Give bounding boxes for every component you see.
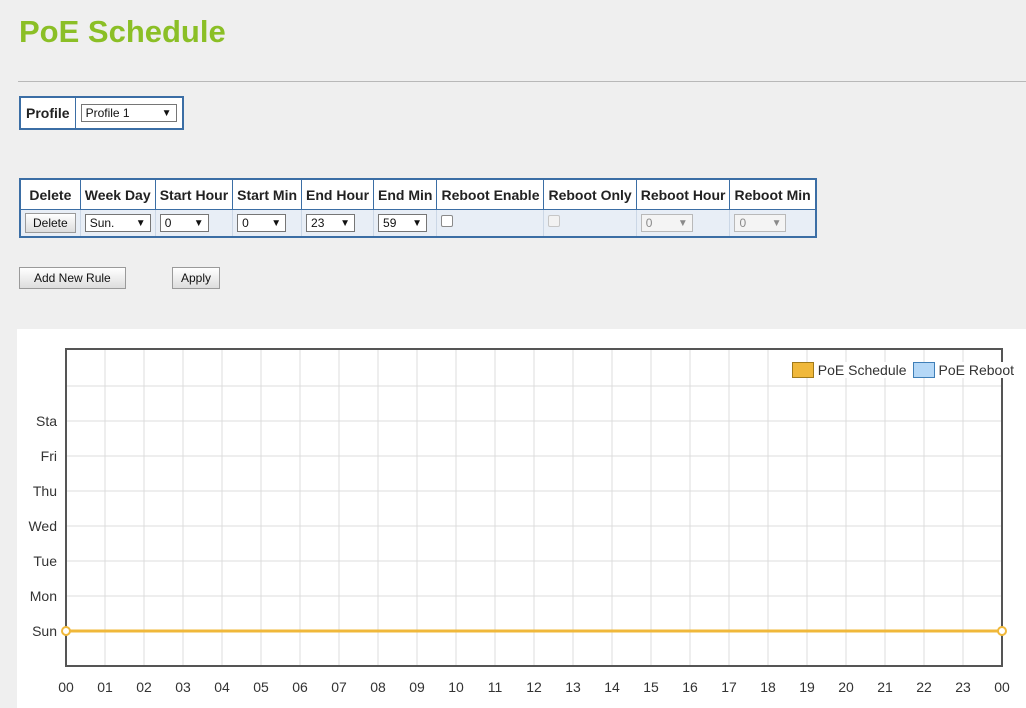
header-reboot-only: Reboot Only — [543, 178, 637, 210]
table-header-row: Delete Week Day Start Hour Start Min End… — [19, 178, 817, 210]
cell-delete: Delete — [19, 209, 81, 238]
title-divider — [18, 81, 1026, 82]
legend-swatch-poe-reboot — [912, 362, 935, 378]
chevron-down-icon: ▼ — [271, 217, 282, 229]
header-end-min: End Min — [373, 178, 438, 210]
profile-label: Profile — [21, 98, 76, 128]
header-reboot-enable: Reboot Enable — [436, 178, 545, 210]
profile-selector-box: Profile Profile 1 ▼ — [19, 96, 184, 130]
x-tick-label: 19 — [799, 679, 815, 695]
segment-end-point — [997, 626, 1007, 636]
x-tick-label: 14 — [604, 679, 620, 695]
week-day-value: Sun. — [89, 216, 115, 230]
cell-start-min: 0 ▼ — [232, 209, 303, 238]
chart-legend: PoE Schedule PoE Reboot — [785, 362, 1015, 378]
x-tick-label: 05 — [253, 679, 269, 695]
page-title: PoE Schedule — [19, 14, 226, 49]
segment-start-point — [61, 626, 71, 636]
y-tick-label: Mon — [30, 588, 57, 604]
end-hour-value: 23 — [311, 216, 325, 230]
x-tick-label: 04 — [214, 679, 230, 695]
x-tick-label: 12 — [526, 679, 542, 695]
cell-reboot-only — [543, 209, 637, 238]
x-tick-label: 18 — [760, 679, 776, 695]
x-tick-label: 17 — [721, 679, 737, 695]
x-tick-label: 21 — [877, 679, 893, 695]
header-end-hour: End Hour — [301, 178, 375, 210]
start-hour-select[interactable]: 0 ▼ — [159, 214, 209, 232]
chevron-down-icon: ▼ — [193, 217, 204, 229]
chevron-down-icon: ▼ — [135, 217, 146, 229]
reboot-only-checkbox[interactable] — [548, 215, 561, 227]
reboot-min-value: 0 — [739, 216, 747, 230]
cell-reboot-enable — [436, 209, 545, 238]
x-tick-label: 03 — [175, 679, 191, 695]
chevron-down-icon: ▼ — [161, 107, 172, 119]
reboot-enable-checkbox[interactable] — [441, 215, 454, 227]
cell-start-hour: 0 ▼ — [154, 209, 234, 238]
legend-label-poe-schedule: PoE Schedule — [817, 362, 907, 378]
week-day-select[interactable]: Sun. ▼ — [84, 214, 151, 232]
reboot-min-select[interactable]: 0 ▼ — [734, 214, 787, 232]
header-week-day: Week Day — [79, 178, 156, 210]
profile-select-value: Profile 1 — [85, 106, 130, 120]
x-tick-label: 15 — [643, 679, 659, 695]
x-tick-label: 11 — [488, 679, 503, 695]
schedule-chart-panel: 00 01 02 03 04 05 06 07 08 09 10 11 12 13 14 15 16 17 18 19… — [17, 329, 1026, 708]
end-min-value: 59 — [383, 216, 397, 230]
x-tick-label: 06 — [292, 679, 308, 695]
y-tick-label: Wed — [28, 518, 57, 534]
y-tick-label: Fri — [41, 448, 57, 464]
cell-week-day: Sun. ▼ — [79, 209, 156, 238]
x-tick-label: 08 — [370, 679, 386, 695]
cell-reboot-hour: 0 ▼ — [635, 209, 731, 238]
x-tick-label: 20 — [838, 679, 854, 695]
y-tick-label: Thu — [33, 483, 57, 499]
end-hour-select[interactable]: 23 ▼ — [306, 214, 356, 232]
cell-reboot-min: 0 ▼ — [729, 209, 817, 238]
chevron-down-icon: ▼ — [771, 217, 782, 229]
end-min-select[interactable]: 59 ▼ — [378, 214, 428, 232]
start-hour-value: 0 — [164, 216, 172, 230]
x-tick-label: 23 — [955, 679, 971, 695]
cell-end-min: 59 ▼ — [373, 209, 438, 238]
schedule-rules-table: Delete Week Day Start Hour Start Min End… — [19, 178, 817, 238]
table-row: Delete Sun. ▼ 0 ▼ 0 ▼ 23 ▼ 59 ▼ 0 ▼ 0 ▼ — [19, 209, 817, 238]
delete-rule-button[interactable]: Delete — [25, 213, 76, 233]
x-tick-label: 01 — [97, 679, 113, 695]
x-tick-label: 22 — [916, 679, 932, 695]
add-new-rule-button[interactable]: Add New Rule — [19, 267, 126, 289]
start-min-select[interactable]: 0 ▼ — [237, 214, 287, 232]
x-tick-label: 02 — [136, 679, 152, 695]
header-delete: Delete — [19, 178, 81, 210]
apply-button[interactable]: Apply — [172, 267, 221, 289]
y-tick-label: Sta — [36, 413, 57, 429]
chevron-down-icon: ▼ — [340, 217, 351, 229]
profile-select[interactable]: Profile 1 ▼ — [80, 104, 177, 122]
schedule-chart: 00 01 02 03 04 05 06 07 08 09 10 11 12 13 14 15 16 17 18 19… — [28, 348, 1010, 695]
header-reboot-min: Reboot Min — [729, 178, 817, 210]
x-tick-label: 16 — [682, 679, 698, 695]
chevron-down-icon: ▼ — [677, 217, 688, 229]
start-min-value: 0 — [242, 216, 249, 230]
reboot-hour-value: 0 — [645, 216, 653, 230]
x-tick-label: 00 — [58, 679, 74, 695]
header-start-min: Start Min — [232, 178, 303, 210]
cell-end-hour: 23 ▼ — [301, 209, 375, 238]
x-tick-label: 10 — [448, 679, 464, 695]
chevron-down-icon: ▼ — [412, 217, 423, 229]
header-reboot-hour: Reboot Hour — [635, 178, 731, 210]
legend-label-poe-reboot: PoE Reboot — [938, 362, 1015, 378]
x-tick-label: 13 — [565, 679, 581, 695]
x-tick-label: 07 — [331, 679, 347, 695]
y-tick-label: Sun — [32, 623, 57, 639]
header-start-hour: Start Hour — [154, 178, 234, 210]
y-tick-label: Tue — [33, 553, 57, 569]
legend-swatch-poe-schedule — [791, 362, 814, 378]
reboot-hour-select[interactable]: 0 ▼ — [640, 214, 693, 232]
x-tick-label: 00 — [994, 679, 1010, 695]
x-tick-label: 09 — [409, 679, 425, 695]
